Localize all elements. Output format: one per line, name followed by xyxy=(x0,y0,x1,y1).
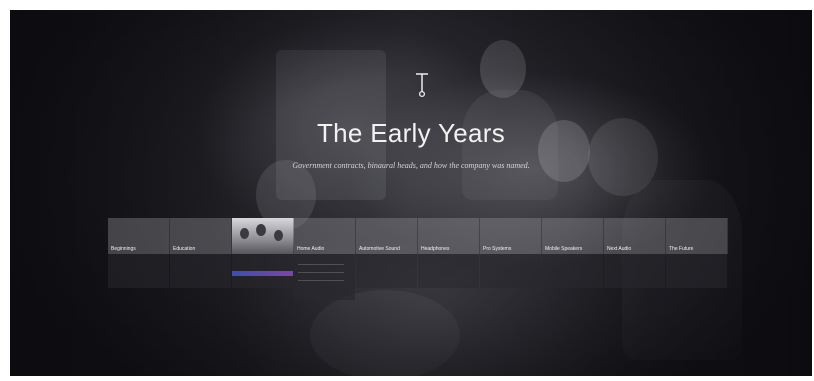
timeline-tile-label: Mobile Speakers xyxy=(545,246,583,252)
timeline-tile-headphones[interactable]: Headphones xyxy=(418,218,480,288)
timeline-tile-label: Headphones xyxy=(421,246,450,252)
timeline-tile-pro-systems[interactable]: Pro Systems xyxy=(480,218,542,288)
thumbnail-figure xyxy=(274,230,283,241)
timeline-tile-the-future[interactable]: The Future xyxy=(666,218,728,288)
timeline-tile-panel xyxy=(604,254,665,288)
timeline-tile-automotive-sound[interactable]: Automotive Sound xyxy=(356,218,418,288)
timeline-tile-label: Beginnings xyxy=(111,246,136,252)
vignette-overlay xyxy=(10,10,812,376)
timeline-tile-panel xyxy=(170,254,231,288)
page-title: The Early Years xyxy=(316,118,506,148)
timeline-pin-icon xyxy=(416,73,428,98)
timeline-tile-home-audio[interactable]: Home Audio xyxy=(294,218,356,300)
timeline-tile-panel xyxy=(418,254,479,288)
thumbnail-figure xyxy=(240,228,249,239)
timeline-tile-next-audio[interactable]: Next Audio xyxy=(604,218,666,288)
timeline-tile-panel xyxy=(480,254,541,288)
timeline-tile-early-years[interactable] xyxy=(232,218,294,288)
timeline-tile-label: Automotive Sound xyxy=(359,246,400,252)
timeline-tile-panel xyxy=(356,254,417,288)
timeline-tile-panel xyxy=(108,254,169,288)
timeline-tile-education[interactable]: Education xyxy=(170,218,232,288)
panel-text-line xyxy=(298,272,344,273)
timeline-tile-label: Home Audio xyxy=(297,246,325,252)
hero-section: The Early Years Government contracts, bi… xyxy=(10,10,812,376)
timeline-tile-label: Education xyxy=(173,246,196,252)
timeline-tile-panel xyxy=(294,254,355,300)
timeline-nav: Beginnings Education Home Audio Automoti… xyxy=(108,218,728,300)
active-indicator-bar xyxy=(232,271,293,276)
page-subtitle: Government contracts, binaural heads, an… xyxy=(292,161,530,170)
timeline-tile-label: The Future xyxy=(669,246,694,252)
panel-text-line xyxy=(298,280,344,281)
thumbnail-figure xyxy=(256,224,266,236)
timeline-tile-panel xyxy=(542,254,603,288)
timeline-tile-beginnings[interactable]: Beginnings xyxy=(108,218,170,288)
panel-text-line xyxy=(298,264,344,265)
timeline-tile-label: Next Audio xyxy=(607,246,632,252)
timeline-tile-mobile-speakers[interactable]: Mobile Speakers xyxy=(542,218,604,288)
timeline-tile-panel xyxy=(666,254,727,288)
timeline-tile-label: Pro Systems xyxy=(483,246,512,252)
